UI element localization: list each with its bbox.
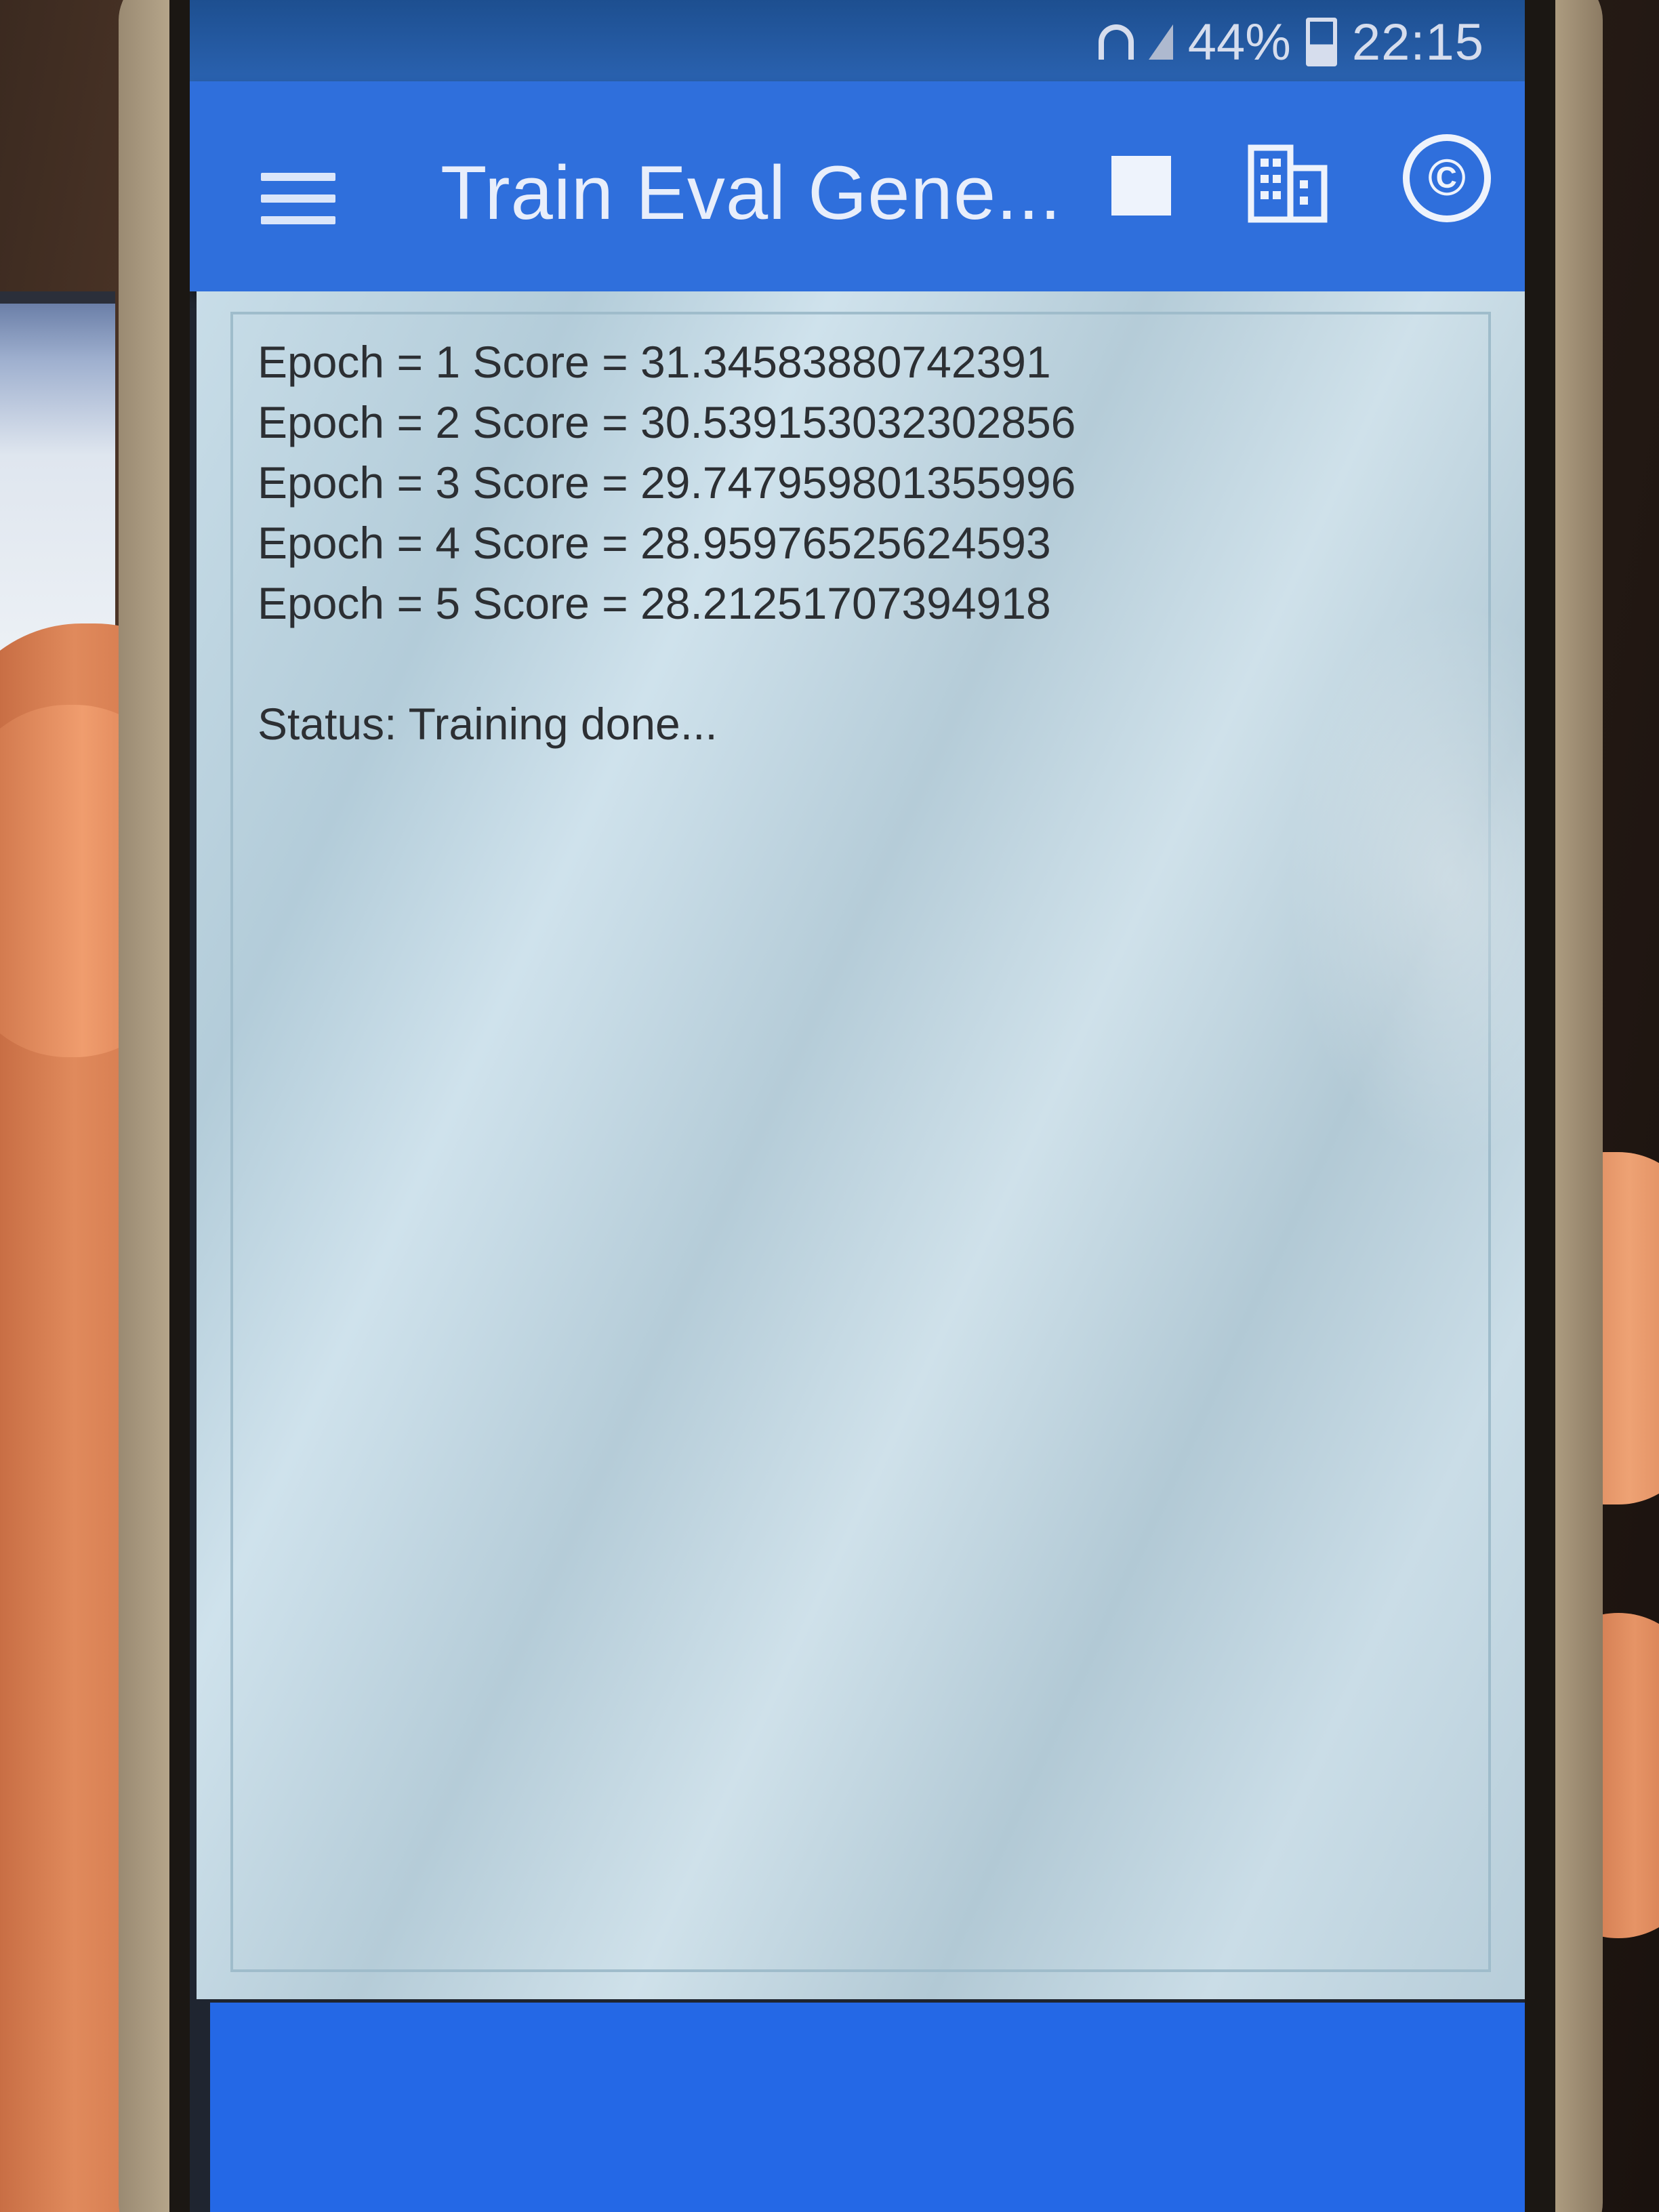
app-toolbar: Train Eval Gene... ©: [190, 81, 1525, 291]
training-log: Epoch = 1 Score = 31.34583880742391 Epoc…: [258, 332, 1076, 754]
signal-icon: [1148, 24, 1173, 60]
bottom-bar: [210, 2003, 1525, 2212]
wifi-icon: [1098, 24, 1134, 60]
battery-icon: [1305, 18, 1337, 66]
stop-icon[interactable]: [1111, 156, 1171, 216]
log-line-epoch-2: Epoch = 2 Score = 30.539153032302856: [258, 397, 1076, 447]
log-line-epoch-1: Epoch = 1 Score = 31.34583880742391: [258, 337, 1051, 387]
log-line-epoch-3: Epoch = 3 Score = 29.747959801355996: [258, 457, 1076, 508]
output-panel: Epoch = 1 Score = 31.34583880742391 Epoc…: [197, 291, 1525, 1999]
photo-scene: 44% 22:15 Train Eval Gene... © Epoch = 1…: [0, 0, 1659, 2212]
log-line-epoch-4: Epoch = 4 Score = 28.95976525624593: [258, 518, 1051, 568]
status-bar: 44% 22:15: [190, 0, 1525, 81]
clock: 22:15: [1351, 13, 1484, 71]
log-line-epoch-5: Epoch = 5 Score = 28.21251707394918: [258, 578, 1051, 628]
status-text: Status: Training done...: [258, 699, 718, 749]
status-indicators: 44% 22:15: [1098, 8, 1484, 76]
battery-percent: 44%: [1187, 13, 1291, 71]
app-title: Train Eval Gene...: [441, 150, 1062, 235]
phone-screen: 44% 22:15 Train Eval Gene... © Epoch = 1…: [190, 0, 1525, 2212]
menu-icon[interactable]: [261, 173, 335, 224]
building-icon[interactable]: [1247, 142, 1328, 224]
copyright-icon[interactable]: ©: [1403, 134, 1491, 222]
